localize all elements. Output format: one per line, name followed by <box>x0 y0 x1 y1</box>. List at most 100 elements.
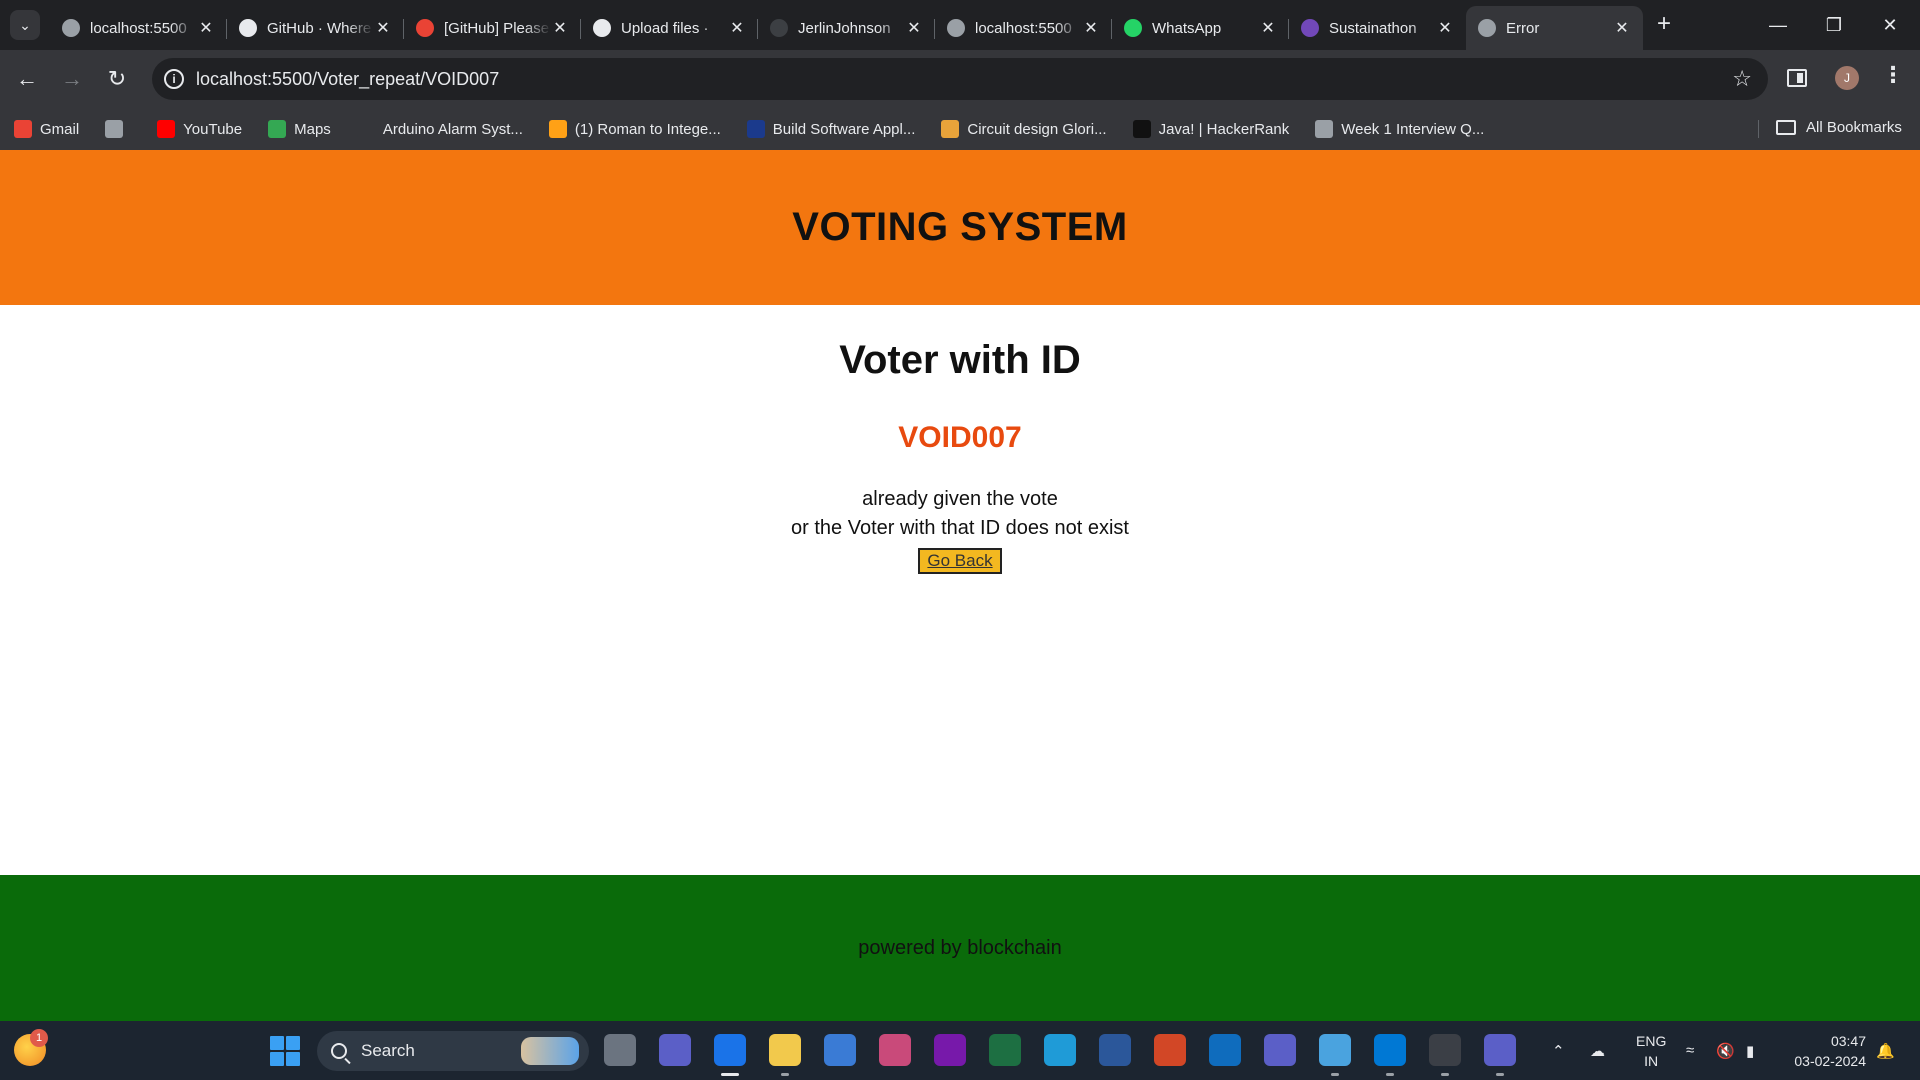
bookmark-item[interactable] <box>105 120 131 138</box>
github-icon <box>770 19 788 37</box>
bookmark-item[interactable]: Gmail <box>14 120 79 138</box>
teams-icon[interactable] <box>1264 1034 1296 1066</box>
side-panel-icon[interactable] <box>1787 69 1807 87</box>
tab-title: Error <box>1506 19 1540 37</box>
store-icon[interactable] <box>824 1034 856 1066</box>
bookmark-item[interactable]: Java! | HackerRank <box>1132 120 1290 138</box>
taskbar-search[interactable]: Search <box>317 1031 589 1071</box>
globe-icon <box>1315 120 1334 138</box>
teams-new-icon[interactable] <box>1484 1034 1516 1066</box>
tab-2[interactable]: [GitHub] Please ✕ <box>404 9 581 47</box>
site-info-icon[interactable]: i <box>164 69 184 89</box>
back-button[interactable]: ← <box>12 64 42 94</box>
bookmark-item[interactable]: YouTube <box>157 120 242 138</box>
tab-6[interactable]: WhatsApp ✕ <box>1112 9 1289 47</box>
onenote-icon[interactable] <box>934 1034 966 1066</box>
tab-search-button[interactable]: ⌄ <box>10 10 40 40</box>
close-window-button[interactable]: ✕ <box>1862 0 1918 50</box>
tab-close-icon[interactable]: ✕ <box>1436 18 1454 38</box>
tab-close-icon[interactable]: ✕ <box>1259 18 1277 38</box>
tab-list: localhost:5500 ✕ GitHub · Where ✕ [GitHub] P… <box>50 6 1643 50</box>
meet-icon[interactable] <box>659 1034 691 1066</box>
tab-close-icon[interactable]: ✕ <box>1082 18 1100 38</box>
bookmark-item[interactable]: Maps <box>268 120 331 138</box>
tab-close-icon[interactable]: ✕ <box>197 18 215 38</box>
address-bar[interactable]: i localhost:5500/Voter_repeat/VOID007 ☆ <box>152 58 1768 100</box>
new-tab-button[interactable]: + <box>1650 10 1678 38</box>
minimize-icon: — <box>1769 14 1787 35</box>
all-bookmarks-button[interactable]: All Bookmarks <box>1776 119 1902 136</box>
tab-title: Sustainathon <box>1329 19 1417 37</box>
tab-0[interactable]: localhost:5500 ✕ <box>50 9 227 47</box>
restore-button[interactable]: ❐ <box>1806 0 1862 50</box>
gmail-icon <box>14 120 32 138</box>
error-message-line2: or the Voter with that ID does not exist <box>791 517 1129 539</box>
bookmark-item[interactable]: Week 1 Interview Q... <box>1315 120 1484 138</box>
tab-4[interactable]: JerlinJohnson ✕ <box>758 9 935 47</box>
close-icon: ✕ <box>1882 14 1898 35</box>
infinity-icon <box>356 120 375 138</box>
chevron-down-icon: ⌄ <box>19 16 31 33</box>
leetcode-icon <box>548 120 567 138</box>
tab-5[interactable]: localhost:5500 ✕ <box>935 9 1112 47</box>
tab-title: [GitHub] Please <box>444 19 550 37</box>
voter-id: VOID007 <box>898 421 1022 454</box>
tab-close-icon[interactable]: ✕ <box>1613 18 1631 38</box>
edge-icon[interactable] <box>1044 1034 1076 1066</box>
word-icon[interactable] <box>1099 1034 1131 1066</box>
github-icon <box>239 19 257 37</box>
vscode-icon[interactable] <box>1374 1034 1406 1066</box>
notepad-icon[interactable] <box>1319 1034 1351 1066</box>
tab-1[interactable]: GitHub · Where ✕ <box>227 9 404 47</box>
bookmark-item[interactable]: Circuit design Glori... <box>941 120 1107 138</box>
language-indicator[interactable]: ENG IN <box>1636 1031 1666 1071</box>
tab-title: GitHub · Where <box>267 19 372 37</box>
tab-7[interactable]: Sustainathon ✕ <box>1289 9 1466 47</box>
bookmark-star-icon[interactable]: ☆ <box>1732 66 1752 92</box>
clock-time: 03:47 <box>1830 1033 1866 1049</box>
tab-close-icon[interactable]: ✕ <box>551 18 569 38</box>
tab-3[interactable]: Upload files · ✕ <box>581 9 758 47</box>
globe-icon <box>105 120 124 138</box>
browser-toolbar: ← → ↻ i localhost:5500/Voter_repeat/VOID… <box>0 50 1920 108</box>
running-indicator <box>1386 1073 1394 1076</box>
outlook-icon[interactable] <box>1209 1034 1241 1066</box>
wifi-icon[interactable]: ≈ <box>1686 1021 1694 1080</box>
reload-button[interactable]: ↻ <box>102 64 132 94</box>
tab-close-icon[interactable]: ✕ <box>905 18 923 38</box>
battery-icon[interactable]: ▮ <box>1746 1021 1754 1080</box>
error-message-line1: already given the vote <box>862 488 1058 510</box>
start-button[interactable] <box>270 1036 300 1066</box>
bookmark-item[interactable]: Build Software Appl... <box>746 120 915 138</box>
file-explorer-icon[interactable] <box>769 1034 801 1066</box>
minimize-button[interactable]: — <box>1750 0 1806 50</box>
bookmark-label: Arduino Alarm Syst... <box>382 120 523 138</box>
clock[interactable]: 03:47 03-02-2024 <box>1786 1031 1866 1071</box>
bookmark-item[interactable]: Arduino Alarm Syst... <box>356 120 523 138</box>
show-hidden-icons[interactable]: ⌃ <box>1552 1021 1565 1080</box>
bookmark-item[interactable]: (1) Roman to Intege... <box>548 120 721 138</box>
onedrive-icon[interactable]: ☁ <box>1590 1021 1605 1080</box>
profile-avatar[interactable]: J <box>1835 66 1859 90</box>
tab-close-icon[interactable]: ✕ <box>728 18 746 38</box>
running-indicator <box>1496 1073 1504 1076</box>
app-icon <box>746 120 765 138</box>
url-text[interactable]: localhost:5500/Voter_repeat/VOID007 <box>196 69 499 90</box>
github-icon <box>593 19 611 37</box>
snipping-tool-icon[interactable] <box>879 1034 911 1066</box>
notifications-bell-icon[interactable]: 🔔 <box>1876 1021 1895 1080</box>
forward-button[interactable]: → <box>57 64 87 94</box>
go-back-button[interactable]: Go Back <box>918 548 1002 574</box>
chrome-icon[interactable] <box>714 1034 746 1066</box>
site-header: VOTING SYSTEM <box>0 150 1920 305</box>
bookmark-label: Java! | HackerRank <box>1158 120 1290 138</box>
more-menu-icon[interactable]: ⋮ <box>1882 62 1904 88</box>
terminal-icon[interactable] <box>1429 1034 1461 1066</box>
tab-close-icon[interactable]: ✕ <box>374 18 392 38</box>
volume-muted-icon[interactable]: 🔇 <box>1716 1021 1735 1080</box>
hackerrank-icon <box>1132 120 1151 138</box>
excel-icon[interactable] <box>989 1034 1021 1066</box>
tab-8[interactable]: Error ✕ <box>1466 6 1643 50</box>
powerpoint-icon[interactable] <box>1154 1034 1186 1066</box>
task-view-icon[interactable] <box>604 1034 636 1066</box>
